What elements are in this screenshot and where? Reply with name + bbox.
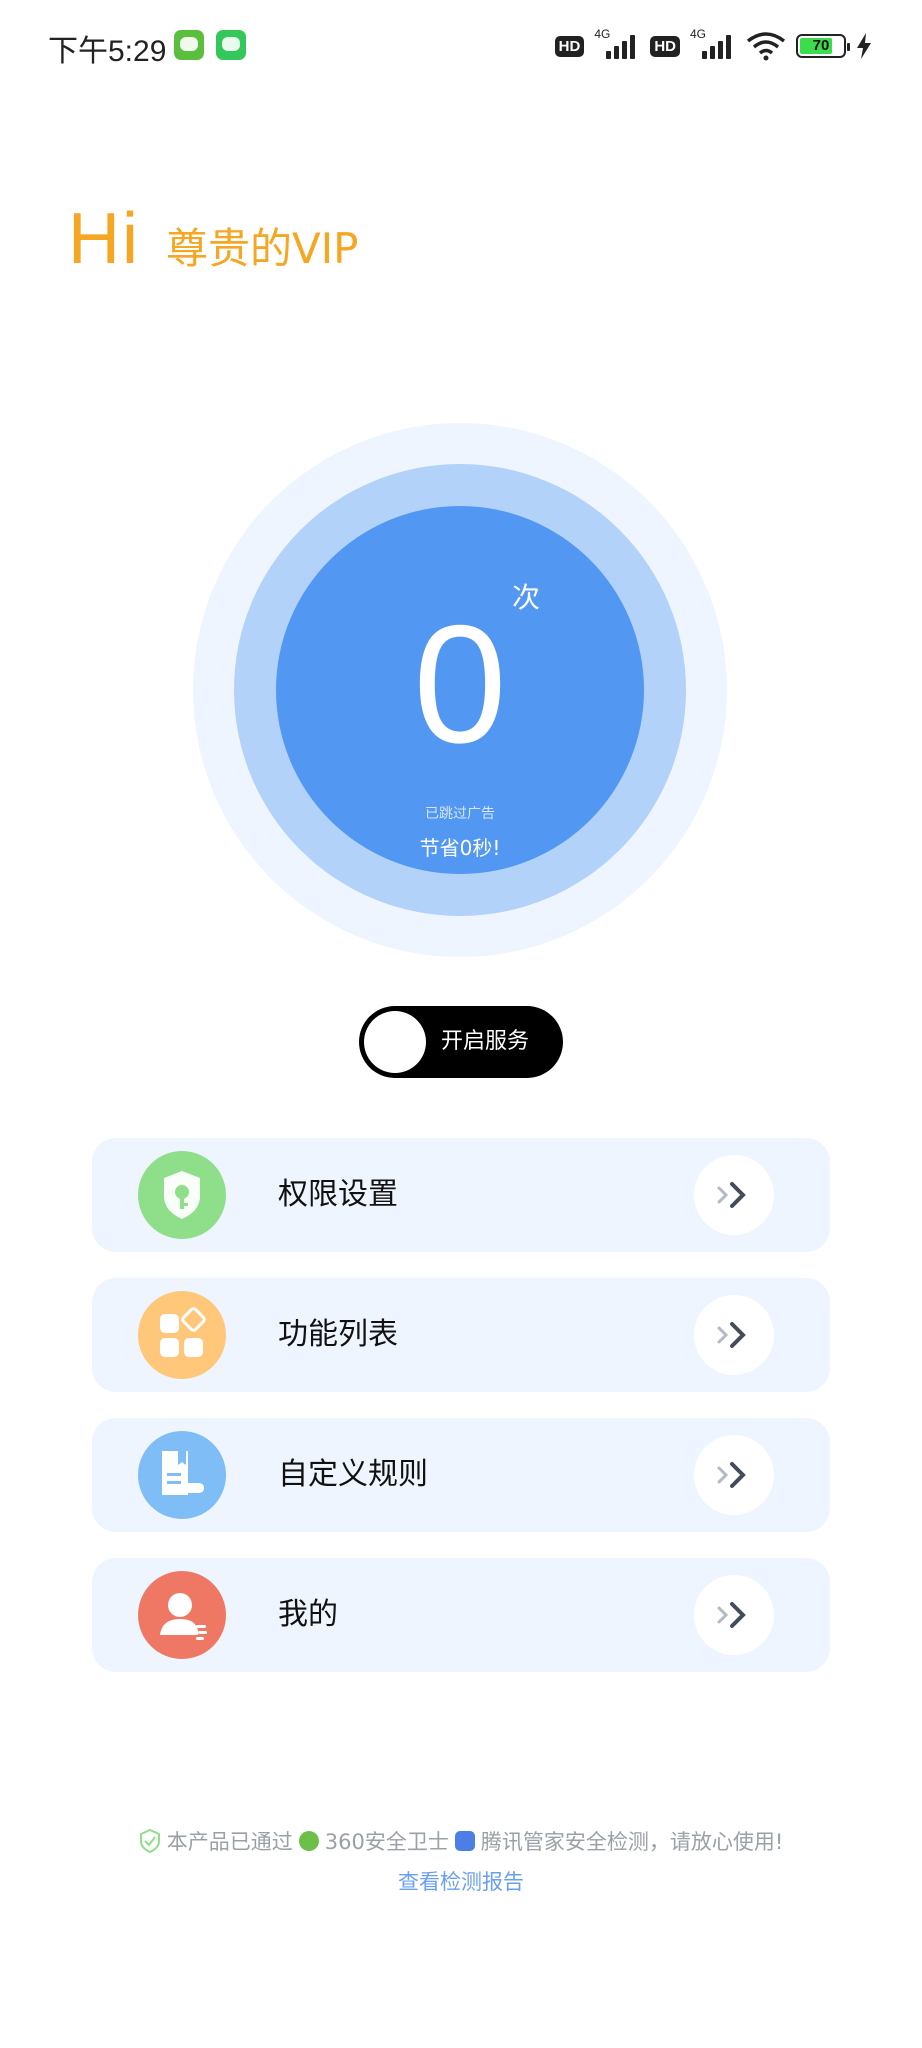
greeting-hi: Hi [68,199,140,279]
chevron-double-right-icon[interactable] [694,1435,774,1515]
document-hand-icon [138,1431,226,1519]
menu-label: 自定义规则 [278,1457,428,1492]
hd-icon: HD [554,35,585,57]
wifi-icon [746,32,786,61]
chevron-double-right-icon[interactable] [694,1575,774,1655]
status-bar: 下午5:29 HD 4G HD 4G 70 [0,0,922,90]
battery-icon: 70 [796,34,850,58]
app-icon [216,30,246,60]
pass-text: 本产品已通过 [166,1830,293,1854]
shield-check-icon [139,1829,160,1853]
menu-label: 功能列表 [278,1317,398,1352]
menu-label: 权限设置 [278,1177,398,1212]
360-logo-icon [298,1831,319,1851]
brand-360: 360安全卫士 [324,1830,449,1854]
counter-value: 0 [413,590,507,778]
shield-key-icon [138,1151,226,1239]
menu-item-permissions[interactable]: 权限设置 [92,1138,830,1252]
menu-label: 我的 [278,1597,338,1632]
menu-item-profile[interactable]: 我的 [92,1558,830,1672]
greeting: Hi 尊贵的VIP [68,198,358,280]
menu-item-features[interactable]: 功能列表 [92,1278,830,1392]
charging-icon [857,33,871,59]
grid-icon [138,1291,226,1379]
user-icon [138,1571,226,1659]
signal-icon-2: 4G [690,27,736,61]
counter-saved: 节省0秒! [419,836,501,860]
toggle-knob [364,1011,426,1073]
hd-icon-2: HD [650,35,680,57]
wechat-icon [174,30,204,60]
greeting-title: 尊贵的VIP [166,224,359,273]
signal-icon: 4G [594,27,640,61]
toggle-label: 开启服务 [441,1029,530,1054]
tencent-text: 腾讯管家安全检测，请放心使用! [480,1830,784,1854]
service-toggle[interactable]: 开启服务 [359,1006,563,1078]
security-notice: 本产品已通过 360安全卫士 腾讯管家安全检测，请放心使用! [0,1826,922,1856]
chevron-double-right-icon[interactable] [694,1295,774,1375]
report-link[interactable]: 查看检测报告 [0,1866,922,1896]
tencent-logo-icon [454,1831,475,1851]
counter-description: 已跳过广告 [425,806,495,822]
chevron-double-right-icon[interactable] [694,1155,774,1235]
status-icons: HD 4G HD 4G 70 [554,26,872,66]
status-time: 下午5:29 [48,35,167,68]
menu-item-custom-rules[interactable]: 自定义规则 [92,1418,830,1532]
